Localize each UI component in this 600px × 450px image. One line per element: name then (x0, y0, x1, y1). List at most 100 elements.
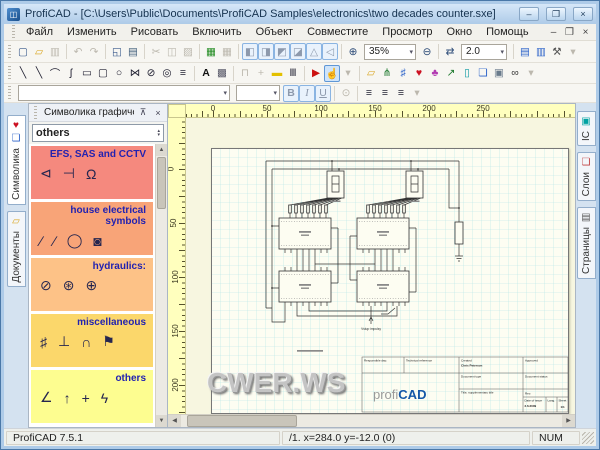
align-left-icon[interactable]: ≡ (361, 85, 377, 102)
zoom-level-select[interactable]: 35%▾ (364, 44, 416, 60)
menu-item-рисовать[interactable]: Рисовать (124, 25, 186, 39)
symbol-category[interactable]: others∠↑+ϟ (31, 370, 153, 423)
symbols-folder-icon[interactable]: ▱ (363, 65, 379, 82)
draw-overflow-icon[interactable]: ▾ (340, 65, 356, 82)
plus-icon[interactable]: + (82, 390, 90, 406)
export-icon[interactable]: ↗ (443, 65, 459, 82)
counter-ic[interactable] (279, 271, 331, 302)
line-tool-icon[interactable]: ╲ (15, 65, 31, 82)
minimize-button[interactable]: – (519, 7, 539, 21)
symbol-category[interactable]: house electrical symbols∕∕◯◙ (31, 202, 153, 255)
line-width-select[interactable]: 2.0▾ (461, 44, 507, 60)
close-button[interactable]: × (573, 7, 593, 21)
clipboard-icon[interactable]: ▯ (459, 65, 475, 82)
symbols-overflow-icon[interactable]: ▾ (523, 65, 539, 82)
text-tool-icon[interactable]: A (198, 65, 214, 82)
wires-tool-icon[interactable]: Ⅲ (285, 65, 301, 82)
menu-item-изменить[interactable]: Изменить (60, 25, 124, 39)
fan-icon[interactable]: ⊛ (63, 277, 75, 294)
mdi-close-button[interactable]: × (579, 27, 592, 38)
new-file-icon[interactable]: ▢ (15, 43, 31, 60)
flip-vertical-icon[interactable]: ◨ (258, 43, 274, 60)
mdi-minimize-button[interactable]: – (547, 27, 560, 38)
zoom-out-icon[interactable]: ⊖ (419, 43, 435, 60)
sidebar-scrollbar[interactable]: ▲ ▼ (155, 144, 167, 427)
resistor[interactable] (455, 222, 463, 244)
arc-tool-icon[interactable]: ⌒ (47, 65, 63, 82)
menu-item-просмотр[interactable]: Просмотр (375, 25, 439, 39)
scroll-down-icon[interactable]: ▼ (156, 415, 167, 427)
open-folder-icon[interactable]: ▱ (31, 43, 47, 60)
dialog-icon[interactable]: ▣ (491, 65, 507, 82)
tab-documents[interactable]: ▱Документы (7, 211, 26, 288)
symbol-group-select[interactable]: others ▴▾ (32, 124, 164, 142)
lamp-icon[interactable]: ◯ (67, 232, 83, 249)
mdi-restore-button[interactable]: ❐ (563, 27, 576, 38)
copy-icon[interactable]: ◫ (164, 43, 180, 60)
pan-tool-icon[interactable]: ☝ (324, 65, 340, 82)
polygon-tool-icon[interactable]: ⋈ (127, 65, 143, 82)
scroll-left-icon[interactable]: ◀ (168, 415, 181, 427)
pointer-tool-icon[interactable]: ▶ (308, 65, 324, 82)
align-center-icon[interactable]: ≡ (377, 85, 393, 102)
decoder-ic[interactable] (279, 218, 331, 249)
lightning-icon[interactable]: ϟ (101, 390, 108, 406)
seven-segment-display[interactable] (327, 171, 344, 198)
binoculars-icon[interactable]: ∞ (507, 65, 523, 82)
switch-2-icon[interactable]: ∕ (53, 233, 55, 249)
undo-icon[interactable]: ↶ (70, 43, 86, 60)
gallery-icon[interactable]: ♣ (427, 65, 443, 82)
angle-icon[interactable]: ∠ (40, 389, 53, 406)
switch-icon[interactable]: ∕ (40, 233, 42, 249)
bold-icon[interactable]: B (283, 85, 299, 102)
camera-icon[interactable]: ⊲ (40, 165, 52, 182)
line-width-icon[interactable]: ⇄ (442, 43, 458, 60)
print-preview-icon[interactable]: ◱ (109, 43, 125, 60)
edit-image-icon[interactable]: ▦ (219, 43, 235, 60)
print-icon[interactable]: ▤ (125, 43, 141, 60)
terminal-tool-icon[interactable]: ⊓ (237, 65, 253, 82)
bezier-tool-icon[interactable]: ʃ (63, 65, 79, 82)
scroll-up-icon[interactable]: ▲ (156, 144, 167, 156)
symbol-category[interactable]: EFS, SAS and CCTV⊲⊣Ω (31, 146, 153, 199)
split-vertical-icon[interactable]: ▥ (533, 43, 549, 60)
menu-item-совместите[interactable]: Совместите (300, 25, 375, 39)
save-icon[interactable]: ▥ (47, 43, 63, 60)
hierarchy-icon[interactable]: ⋔ (379, 65, 395, 82)
pin-icon[interactable]: ⊼ (137, 107, 149, 118)
tab-symbols[interactable]: ♥❏Символика (7, 115, 26, 205)
scrollbar-thumb[interactable] (157, 157, 166, 209)
cut-icon[interactable]: ✂ (148, 43, 164, 60)
menu-item-включить[interactable]: Включить (185, 25, 248, 39)
menu-item-объект[interactable]: Объект (249, 25, 300, 39)
counter-ic[interactable] (357, 271, 409, 302)
panel-close-icon[interactable]: × (152, 108, 164, 118)
earth-icon[interactable]: ⊥ (58, 333, 70, 350)
rotate-right-icon[interactable]: ◪ (290, 43, 306, 60)
pump-icon[interactable]: ⊘ (40, 277, 52, 294)
scroll-right-icon[interactable]: ▶ (562, 415, 575, 427)
schematic-page[interactable]: Vstup impulsy Responsible dep. Technical… (211, 148, 569, 414)
menu-item-помощь[interactable]: Помощь (479, 25, 536, 39)
zoom-in-icon[interactable]: ⊕ (345, 43, 361, 60)
symbol-category[interactable]: miscellaneous♯⊥∩⚑ (31, 314, 153, 367)
decoder-ic[interactable] (357, 218, 409, 249)
toolbar-overflow-icon[interactable]: ▾ (565, 43, 581, 60)
spinner-icon[interactable]: ▴▾ (157, 129, 160, 137)
no-fill-tool-icon[interactable]: ⊘ (143, 65, 159, 82)
font-zoom-icon[interactable]: ⊙ (338, 85, 354, 102)
symbol-category[interactable]: hydraulics:⊘⊛⊕ (31, 258, 153, 311)
text-frame-tool-icon[interactable]: ▩ (214, 65, 230, 82)
label-tool-icon[interactable]: ▬ (269, 65, 285, 82)
polyline-tool-icon[interactable]: ╲ (31, 65, 47, 82)
line-style-icon[interactable]: ≡ (175, 65, 191, 82)
junction-tool-icon[interactable]: + (253, 65, 269, 82)
favorites-icon[interactable]: ♥ (411, 65, 427, 82)
dome-icon[interactable]: ∩ (81, 334, 91, 350)
insert-image-icon[interactable]: ▦ (203, 43, 219, 60)
rect-tool-icon[interactable]: ▭ (79, 65, 95, 82)
underline-icon[interactable]: U (315, 85, 331, 102)
fan-box-icon[interactable]: ◙ (93, 233, 101, 249)
menu-item-окно[interactable]: Окно (440, 25, 480, 39)
ellipse-tool-icon[interactable]: ○ (111, 65, 127, 82)
